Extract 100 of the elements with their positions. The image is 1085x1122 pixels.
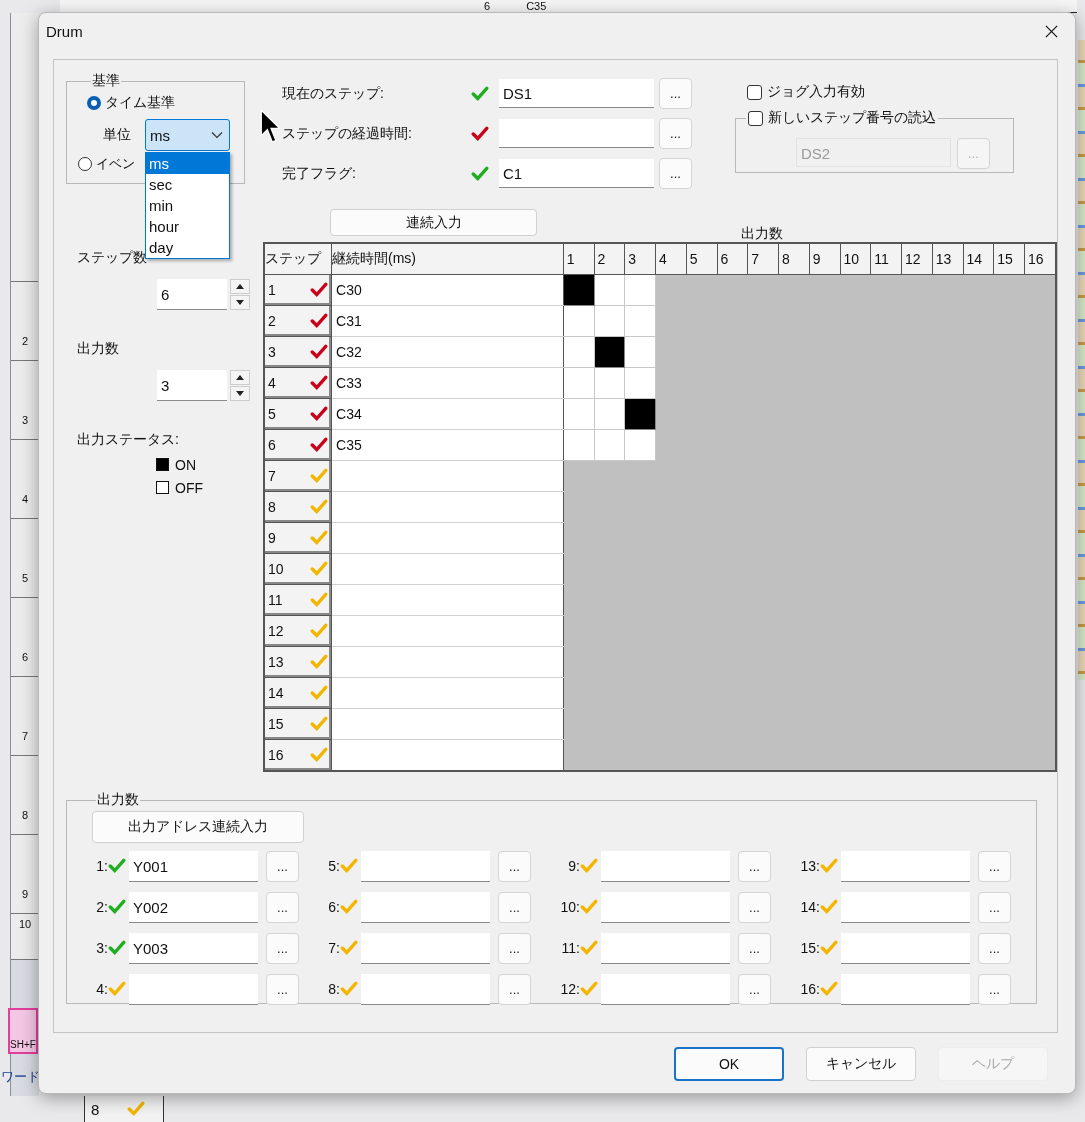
column-header: 7	[747, 243, 779, 275]
table-cell[interactable]: C30	[331, 274, 564, 306]
text-field[interactable]	[361, 850, 490, 882]
spin-down-button[interactable]	[230, 295, 250, 310]
text-field[interactable]	[841, 932, 970, 964]
browse-button[interactable]: ...	[738, 850, 771, 882]
text-field[interactable]	[601, 973, 730, 1005]
table-cell[interactable]	[331, 460, 564, 492]
text-field[interactable]	[601, 891, 730, 923]
table-cell[interactable]: C31	[331, 305, 564, 337]
browse-button[interactable]: ...	[659, 158, 692, 189]
row-header[interactable]: 9	[264, 522, 332, 554]
checkbox[interactable]	[747, 84, 762, 100]
dropdown-option[interactable]: min	[146, 195, 229, 216]
text-field[interactable]	[129, 973, 258, 1005]
browse-button[interactable]: ...	[738, 932, 771, 964]
field-label: 現在のステップ:	[282, 84, 385, 103]
text-field[interactable]: C1	[499, 159, 654, 188]
spin-down-button[interactable]	[230, 386, 250, 401]
browse-button[interactable]: ...	[498, 850, 531, 882]
text-field[interactable]	[499, 119, 654, 148]
browse-button[interactable]: ...	[978, 973, 1011, 1005]
text-field[interactable]: Y002	[129, 891, 258, 923]
text-field[interactable]: Y001	[129, 850, 258, 882]
table-cell[interactable]	[331, 491, 564, 523]
table-cell[interactable]	[331, 646, 564, 678]
dialog-button[interactable]: OK	[674, 1047, 784, 1081]
unit-dropdown[interactable]: ms	[145, 119, 230, 151]
table-cell[interactable]	[331, 584, 564, 616]
text-field[interactable]	[841, 891, 970, 923]
tool-button[interactable]: SH+F	[8, 1008, 38, 1054]
row-header[interactable]: 6	[264, 429, 332, 461]
field-label: 3:	[95, 940, 108, 956]
table-cell[interactable]	[331, 615, 564, 647]
browse-button[interactable]: ...	[266, 891, 299, 923]
row-header[interactable]: 3	[264, 336, 332, 368]
group-title: 出力数	[96, 791, 140, 809]
table-cell[interactable]: C32	[331, 336, 564, 368]
text-field[interactable]	[361, 973, 490, 1005]
row-header[interactable]: 12	[264, 615, 332, 647]
row-header[interactable]: 5	[264, 398, 332, 430]
close-icon[interactable]	[1044, 23, 1059, 39]
browse-button[interactable]: ...	[659, 118, 692, 149]
row-header[interactable]: 16	[264, 739, 332, 771]
browse-button[interactable]: ...	[266, 850, 299, 882]
column-header: ステップ	[264, 243, 332, 275]
table-cell[interactable]	[331, 677, 564, 709]
text-field[interactable]	[361, 891, 490, 923]
browse-button[interactable]: ...	[978, 850, 1011, 882]
row-header[interactable]: 4	[264, 367, 332, 399]
browse-button[interactable]: ...	[498, 891, 531, 923]
text-field[interactable]	[361, 932, 490, 964]
row-header[interactable]: 13	[264, 646, 332, 678]
column-group-label: 出力数	[741, 225, 783, 243]
table-cell[interactable]: C35	[331, 429, 564, 461]
text-field[interactable]: DS1	[499, 79, 654, 108]
dropdown-option[interactable]: ms	[146, 153, 229, 174]
browse-button[interactable]: ...	[266, 932, 299, 964]
sequential-input-button[interactable]: 連続入力	[330, 209, 537, 236]
text-field[interactable]	[841, 973, 970, 1005]
text-field[interactable]	[841, 850, 970, 882]
dropdown-option[interactable]: day	[146, 237, 229, 258]
number-field[interactable]: 6	[157, 279, 227, 310]
row-header[interactable]: 15	[264, 708, 332, 740]
text-field[interactable]	[601, 932, 730, 964]
browse-button[interactable]: ...	[498, 932, 531, 964]
radio-button[interactable]	[87, 96, 101, 110]
row-header[interactable]: 11	[264, 584, 332, 616]
text-field[interactable]: Y003	[129, 932, 258, 964]
row-header[interactable]: 14	[264, 677, 332, 709]
browse-button[interactable]: ...	[738, 973, 771, 1005]
spin-up-button[interactable]	[230, 370, 250, 385]
browse-button[interactable]: ...	[498, 973, 531, 1005]
spin-up-button[interactable]	[230, 279, 250, 294]
dropdown-option[interactable]: hour	[146, 216, 229, 237]
table-cell[interactable]	[331, 553, 564, 585]
legend-label: OFF	[175, 479, 203, 496]
row-header[interactable]: 7	[264, 460, 332, 492]
dropdown-option[interactable]: sec	[146, 174, 229, 195]
field-label: ステップの経過時間:	[282, 124, 413, 143]
address-input-button[interactable]: 出力アドレス連続入力	[92, 811, 304, 843]
text-field[interactable]	[601, 850, 730, 882]
table-cell[interactable]	[331, 739, 564, 771]
row-header[interactable]: 8	[264, 491, 332, 523]
browse-button[interactable]: ...	[266, 973, 299, 1005]
number-field[interactable]: 3	[157, 370, 227, 401]
row-header[interactable]: 10	[264, 553, 332, 585]
browse-button[interactable]: ...	[978, 891, 1011, 923]
radio-button[interactable]	[78, 157, 92, 171]
table-cell[interactable]: C33	[331, 367, 564, 399]
table-cell[interactable]: C34	[331, 398, 564, 430]
browse-button[interactable]: ...	[978, 932, 1011, 964]
dialog-button[interactable]: キャンセル	[806, 1047, 916, 1081]
table-cell[interactable]	[331, 708, 564, 740]
browse-button[interactable]: ...	[659, 78, 692, 109]
browse-button[interactable]: ...	[738, 891, 771, 923]
row-header[interactable]: 1	[264, 274, 332, 306]
row-header[interactable]: 2	[264, 305, 332, 337]
radio-label: タイム基準	[105, 94, 175, 112]
table-cell[interactable]	[331, 522, 564, 554]
